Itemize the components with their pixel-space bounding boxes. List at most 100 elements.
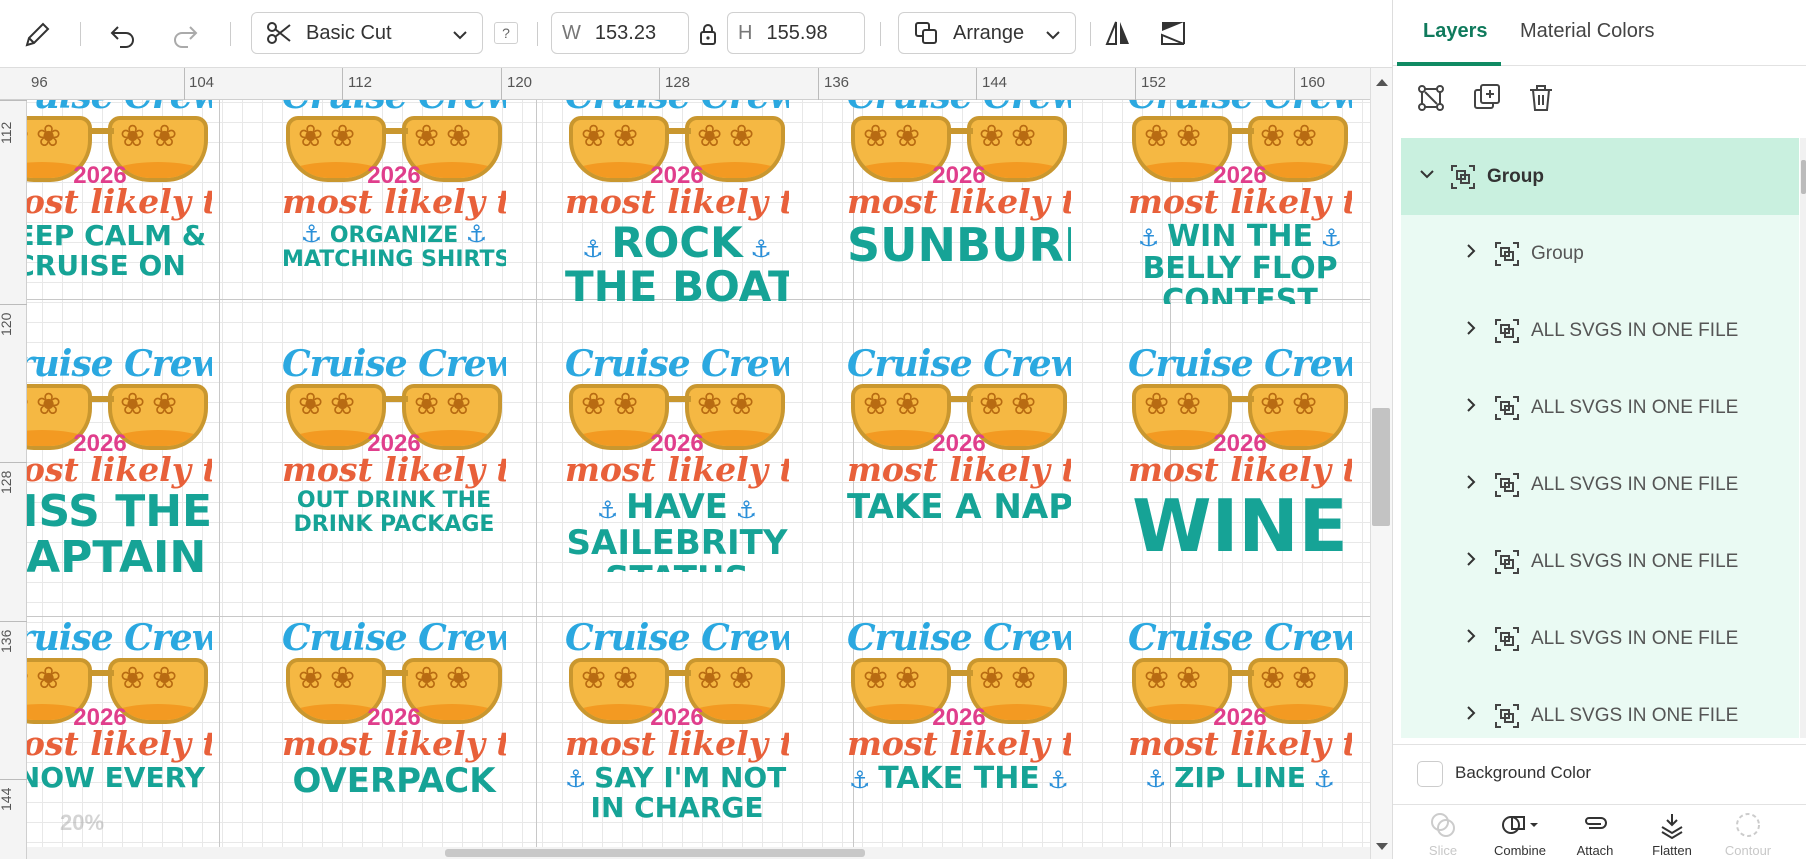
anchor-icon: ⚓ (1137, 224, 1168, 252)
operation-select[interactable]: Basic Cut (251, 12, 483, 54)
width-value[interactable]: 153.23 (595, 22, 656, 45)
palm-tree-icon: ❀ (1292, 388, 1318, 421)
palm-tree-icon: ❀ (330, 388, 356, 421)
height-field[interactable]: H 155.98 (727, 12, 865, 54)
layer-row[interactable]: ALL SVGS IN ONE FILE (1401, 446, 1799, 523)
flip-horizontal-icon[interactable] (1104, 18, 1132, 48)
chevron-right-icon[interactable] (1463, 474, 1479, 495)
year-label: 2026 (1213, 704, 1267, 731)
design-tile[interactable]: Cruise Crew❀❀❀❀2026most likely to⚓ ZIP L… (1128, 618, 1352, 846)
palm-tree-icon: ❀ (613, 120, 639, 153)
design-tile[interactable]: Cruise Crew❀❀❀❀2026most likely toWINE (1128, 344, 1352, 572)
design-canvas[interactable]: Cruise Crew❀❀❀❀2026most likely toKEEP CA… (0, 68, 1392, 859)
ruler-label: 160 (1300, 74, 1326, 91)
layer-row[interactable]: ALL SVGS IN ONE FILE (1401, 677, 1799, 738)
lock-icon[interactable] (698, 22, 718, 46)
slice-button[interactable]: Slice (1408, 811, 1478, 858)
layer-row[interactable]: ALL SVGS IN ONE FILE (1401, 600, 1799, 677)
height-value[interactable]: 155.98 (766, 22, 827, 45)
palm-tree-icon: ❀ (120, 662, 146, 695)
design-tile[interactable]: Cruise Crew❀❀❀❀2026most likely to⚓ SAY I… (565, 618, 789, 846)
help-button[interactable]: ? (494, 22, 518, 44)
duplicate-icon[interactable] (1471, 82, 1503, 114)
attach-button[interactable]: Attach (1560, 811, 1630, 858)
year-label: 2026 (932, 162, 986, 189)
phrase-text: THE BOAT (565, 266, 789, 305)
active-tab-indicator (1397, 62, 1501, 66)
tab-material-colors[interactable]: Material Colors (1520, 20, 1654, 43)
chevron-right-icon[interactable] (1463, 628, 1479, 649)
contour-button[interactable]: Contour (1713, 811, 1783, 858)
ruler-label: 112 (0, 121, 14, 144)
sunglasses-graphic: ❀❀❀❀2026 (286, 116, 502, 188)
panel-scroll-thumb[interactable] (1801, 160, 1806, 194)
design-tile[interactable]: Cruise Crew❀❀❀❀2026most likely toOUT DRI… (282, 344, 506, 572)
phrase-text: BELLY FLOP (1128, 254, 1352, 284)
layer-row[interactable]: ALL SVGS IN ONE FILE (1401, 369, 1799, 446)
design-tile[interactable]: Cruise Crew❀❀❀❀2026most likely to⚓ TAKE … (847, 618, 1071, 846)
background-color-swatch[interactable] (1417, 761, 1443, 787)
chevron-right-icon[interactable] (1463, 397, 1479, 418)
tab-layers[interactable]: Layers (1423, 20, 1488, 43)
palm-tree-icon: ❀ (1292, 120, 1318, 153)
design-tile[interactable]: Cruise Crew❀❀❀❀2026most likely toKEEP CA… (0, 76, 212, 304)
palm-tree-icon: ❀ (697, 662, 723, 695)
design-tile[interactable]: Cruise Crew❀❀❀❀2026most likely toTAKE A … (847, 344, 1071, 572)
design-tile[interactable]: Cruise Crew❀❀❀❀2026most likely toSUNBURN (847, 76, 1071, 304)
arrange-select[interactable]: Arrange (898, 12, 1076, 54)
anchor-icon: ⚓ (458, 220, 488, 248)
design-tile[interactable]: Cruise Crew❀❀❀❀2026most likely to⚓ WIN T… (1128, 76, 1352, 304)
undo-icon[interactable] (108, 20, 138, 50)
combine-button[interactable]: Combine (1485, 811, 1555, 858)
group-layer-icon (1449, 163, 1477, 191)
most-likely-text: most likely to (565, 182, 789, 221)
trash-icon[interactable] (1525, 82, 1557, 114)
palm-tree-icon: ❀ (1260, 388, 1286, 421)
group-icon[interactable] (1415, 82, 1447, 114)
layer-label: Group (1531, 242, 1584, 264)
combine-icon (1502, 816, 1538, 834)
design-tile[interactable]: Cruise Crew❀❀❀❀2026most likely toKISS TH… (0, 344, 212, 572)
layer-list: Group Group ALL SVGS IN ONE FILE ALL SVGS I… (1401, 138, 1799, 738)
phrase-text: DRINK PACKAGE (282, 514, 506, 536)
layer-row-selected[interactable]: Group (1401, 138, 1799, 215)
design-tile[interactable]: Cruise Crew❀❀❀❀2026most likely to⚓ HAVE … (565, 344, 789, 572)
sunglasses-graphic: ❀❀❀❀2026 (286, 384, 502, 456)
year-label: 2026 (73, 704, 127, 731)
horizontal-scroll-thumb[interactable] (445, 849, 865, 857)
vertical-scroll-thumb[interactable] (1372, 408, 1390, 526)
year-label: 2026 (367, 162, 421, 189)
design-tile[interactable]: Cruise Crew❀❀❀❀2026most likely toKNOW EV… (0, 618, 212, 846)
palm-tree-icon: ❀ (414, 662, 440, 695)
width-field[interactable]: W 153.23 (551, 12, 689, 54)
flatten-button[interactable]: Flatten (1637, 811, 1707, 858)
layer-label: ALL SVGS IN ONE FILE (1531, 319, 1739, 341)
chevron-down-icon[interactable] (1419, 166, 1435, 187)
phrase-line: CRUISE ON (14, 249, 186, 282)
layer-row[interactable]: ALL SVGS IN ONE FILE (1401, 292, 1799, 369)
design-tile[interactable]: Cruise Crew❀❀❀❀2026most likely to⚓ ROCK … (565, 76, 789, 304)
crew-title: Cruise Crew (282, 618, 506, 659)
panel-scrollbar[interactable] (1800, 138, 1806, 738)
chevron-right-icon[interactable] (1463, 551, 1479, 572)
palm-tree-icon: ❀ (298, 120, 324, 153)
design-tile[interactable]: Cruise Crew❀❀❀❀2026most likely to⚓ ORGAN… (282, 76, 506, 304)
phrase-line: OVERPACK (292, 761, 496, 801)
layer-row[interactable]: ALL SVGS IN ONE FILE (1401, 523, 1799, 600)
flip-vertical-icon[interactable] (1158, 18, 1188, 48)
design-tile[interactable]: Cruise Crew❀❀❀❀2026most likely toOVERPAC… (282, 618, 506, 846)
ruler-label: 96 (31, 74, 48, 91)
chevron-right-icon[interactable] (1463, 705, 1479, 726)
phrase-line: WIN THE (1167, 219, 1313, 254)
pencil-icon[interactable] (22, 20, 52, 50)
arrange-label: Arrange (953, 21, 1025, 44)
redo-icon[interactable] (170, 20, 200, 50)
chevron-right-icon[interactable] (1463, 243, 1479, 264)
background-color-row[interactable]: Background Color (1393, 744, 1806, 802)
crew-title: Cruise Crew (847, 618, 1071, 659)
layer-row[interactable]: Group (1401, 215, 1799, 292)
palm-tree-icon: ❀ (36, 388, 62, 421)
sunglasses-graphic: ❀❀❀❀2026 (1132, 384, 1348, 456)
contour-label: Contour (1724, 843, 1772, 858)
chevron-right-icon[interactable] (1463, 320, 1479, 341)
